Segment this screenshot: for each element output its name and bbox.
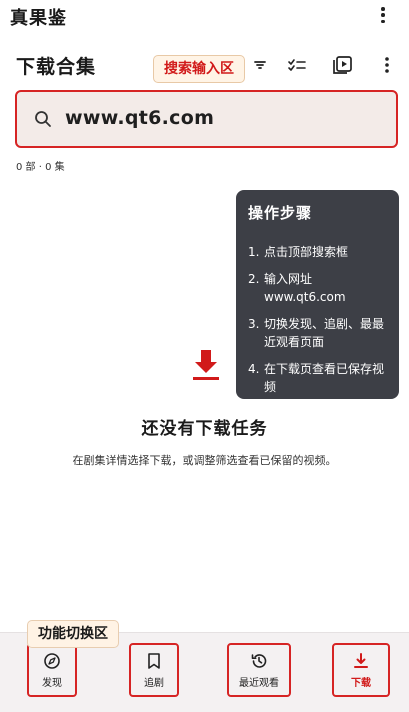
search-input[interactable]: www.qt6.com: [15, 90, 398, 148]
app-bar: 真果鉴: [0, 0, 409, 34]
nav-recent[interactable]: 最近观看: [227, 643, 291, 697]
more-options-icon[interactable]: [375, 4, 391, 26]
playlist-play-icon[interactable]: [332, 54, 354, 76]
download-empty-icon: [191, 348, 221, 382]
search-area-annotation: 搜索输入区: [153, 55, 245, 83]
step-item: 4. 在下载页查看已保存视频: [248, 362, 385, 394]
app-title: 真果鉴: [10, 8, 67, 29]
nav-discover[interactable]: 发现: [27, 643, 77, 697]
steps-tooltip: 操作步骤 1. 点击顶部搜索框 2. 输入网址 www.qt6.com 3. 切换发现…: [236, 190, 399, 399]
search-icon: [33, 109, 53, 129]
nav-label: 追剧: [144, 677, 164, 689]
download-icon: [354, 652, 368, 668]
nav-label: 最近观看: [239, 677, 279, 689]
checklist-icon[interactable]: [286, 54, 308, 76]
step-item: 2. 输入网址 www.qt6.com: [248, 272, 346, 304]
step-item: 1. 点击顶部搜索框: [248, 245, 349, 259]
download-count: 0 部 · 0 集: [16, 162, 65, 173]
nav-follow[interactable]: 追剧: [129, 643, 179, 697]
empty-state-title: 还没有下载任务: [141, 419, 268, 439]
step-item: 3. 切换发现、追剧、最最近观看页面: [248, 317, 385, 349]
compass-icon: [44, 652, 60, 669]
nav-label: 发现: [42, 677, 62, 689]
bookmark-icon: [148, 652, 160, 669]
steps-title: 操作步骤: [248, 204, 313, 222]
page-title: 下载合集: [16, 56, 97, 78]
more-options-icon[interactable]: [376, 54, 398, 76]
nav-label: 下载: [351, 677, 371, 689]
nav-download[interactable]: 下载: [332, 643, 390, 697]
function-switch-annotation: 功能切换区: [27, 620, 119, 648]
filter-icon[interactable]: [249, 54, 271, 76]
search-value: www.qt6.com: [65, 107, 215, 129]
empty-state-subtitle: 在剧集详情选择下载，或调整筛选查看已保留的视频。: [72, 454, 337, 467]
history-icon: [251, 653, 267, 668]
